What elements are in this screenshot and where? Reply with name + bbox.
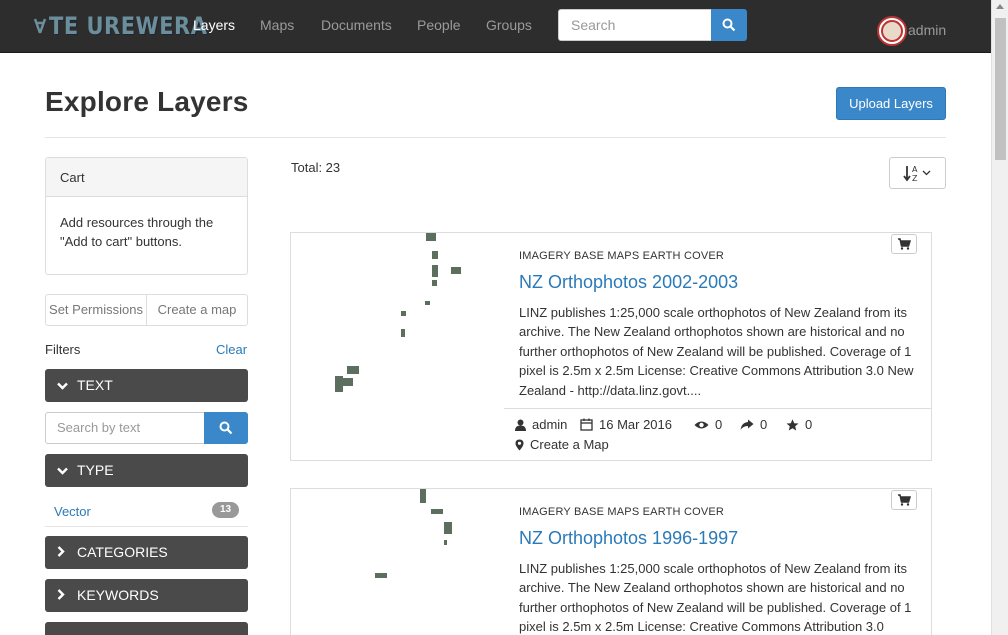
- facet-categories-label: CATEGORIES: [77, 544, 168, 560]
- meta-views: 0: [694, 417, 722, 432]
- layer-meta: admin 16 Mar 2016 0 0 0 Create a Map: [504, 408, 932, 460]
- meta-date-value: 16 Mar 2016: [599, 417, 672, 432]
- scroll-up-arrow-icon[interactable]: [996, 4, 1004, 9]
- star-icon: [786, 418, 799, 430]
- nav-link-layers[interactable]: Layers: [193, 17, 235, 33]
- meta-shares-count: 0: [760, 417, 768, 432]
- layer-card: IMAGERY BASE MAPS EARTH COVER NZ Orthoph…: [290, 488, 932, 635]
- clear-filters-link[interactable]: Clear: [216, 342, 247, 357]
- type-filter-count-badge: 13: [212, 502, 239, 518]
- site-logo[interactable]: TE UREWERA: [33, 12, 208, 40]
- layer-title-link[interactable]: NZ Orthophotos 1996-1997: [519, 528, 738, 549]
- share-icon: [740, 419, 754, 430]
- eye-icon: [694, 421, 709, 428]
- layer-category: IMAGERY BASE MAPS EARTH COVER: [519, 506, 725, 518]
- text-search-input[interactable]: Search by text: [45, 412, 205, 444]
- chevron-down-icon: [57, 371, 71, 404]
- upload-layers-button[interactable]: Upload Layers: [836, 87, 946, 120]
- add-to-cart-button[interactable]: [891, 234, 917, 254]
- page-title: Explore Layers: [45, 86, 249, 117]
- type-filter-label[interactable]: Vector: [54, 504, 91, 519]
- results-total: Total: 23: [291, 160, 341, 175]
- set-permissions-button[interactable]: Set Permissions: [46, 295, 146, 325]
- facet-text-label: TEXT: [77, 377, 113, 393]
- meta-rating: 0: [786, 417, 812, 432]
- cart-icon: [898, 238, 911, 250]
- facet-categories[interactable]: CATEGORIES: [45, 536, 248, 569]
- nav-link-people[interactable]: People: [417, 17, 461, 33]
- layer-description: LINZ publishes 1:25,000 scale orthophoto…: [519, 305, 914, 398]
- meta-date: 16 Mar 2016: [580, 417, 672, 432]
- sort-alpha-icon: A Z: [902, 165, 930, 183]
- nav-link-maps[interactable]: Maps: [260, 17, 294, 33]
- facet-text[interactable]: TEXT: [45, 369, 248, 402]
- svg-text:Z: Z: [912, 174, 918, 183]
- add-to-cart-button[interactable]: [891, 490, 917, 510]
- layer-title-link[interactable]: NZ Orthophotos 2002-2003: [519, 272, 738, 293]
- sort-button[interactable]: A Z: [889, 157, 946, 189]
- filters-label: Filters: [45, 342, 81, 357]
- chevron-down-icon: [57, 456, 71, 489]
- layer-category: IMAGERY BASE MAPS EARTH COVER: [519, 250, 725, 262]
- cart-icon: [898, 494, 911, 506]
- meta-rating-count: 0: [805, 417, 813, 432]
- meta-views-count: 0: [715, 417, 723, 432]
- text-search-button[interactable]: [204, 412, 248, 444]
- map-marker-icon: [515, 439, 524, 450]
- meta-owner-name[interactable]: admin: [532, 417, 567, 432]
- user-icon: [515, 419, 526, 431]
- logo-text: TE UREWERA: [49, 12, 208, 40]
- cart-title: Cart: [46, 158, 247, 197]
- layer-thumbnail[interactable]: [291, 233, 504, 460]
- logo-mark-icon: [33, 18, 47, 34]
- facet-type-label: TYPE: [77, 462, 114, 478]
- cart-instructions: Add resources through the "Add to cart" …: [60, 215, 214, 249]
- facet-type[interactable]: TYPE: [45, 454, 248, 487]
- top-navbar: TE UREWERA Layers Maps Documents People …: [0, 0, 991, 53]
- layer-description: LINZ publishes 1:25,000 scale orthophoto…: [519, 561, 912, 635]
- page-scrollbar[interactable]: [991, 0, 1008, 635]
- calendar-icon: [580, 418, 593, 431]
- scroll-thumb[interactable]: [995, 18, 1006, 160]
- type-filter-vector[interactable]: Vector 13: [45, 496, 248, 527]
- search-icon: [219, 421, 233, 435]
- chevron-right-icon: [57, 581, 71, 614]
- user-menu[interactable]: admin: [908, 22, 946, 38]
- nav-link-documents[interactable]: Documents: [321, 17, 392, 33]
- meta-owner[interactable]: admin: [515, 417, 567, 432]
- svg-text:A: A: [912, 165, 918, 174]
- create-map-label[interactable]: Create a Map: [530, 437, 609, 452]
- create-map-link[interactable]: Create a Map: [515, 437, 609, 452]
- cart-panel: Cart Add resources through the "Add to c…: [45, 157, 248, 275]
- nav-search-button[interactable]: [711, 9, 747, 41]
- layer-card: IMAGERY BASE MAPS EARTH COVER NZ Orthoph…: [290, 232, 932, 461]
- nav-link-groups[interactable]: Groups: [486, 17, 532, 33]
- facet-keywords[interactable]: KEYWORDS: [45, 579, 248, 612]
- cart-actions: Set Permissions Create a map: [45, 294, 248, 326]
- avatar[interactable]: [877, 16, 907, 46]
- chevron-right-icon: [57, 538, 71, 571]
- layer-thumbnail[interactable]: [291, 489, 504, 635]
- search-icon: [722, 18, 736, 32]
- facet-next[interactable]: [45, 622, 248, 635]
- header-divider: [45, 137, 946, 138]
- create-map-button[interactable]: Create a map: [146, 295, 247, 325]
- nav-search-input[interactable]: Search: [558, 9, 712, 41]
- meta-shares: 0: [740, 417, 767, 432]
- facet-keywords-label: KEYWORDS: [77, 587, 159, 603]
